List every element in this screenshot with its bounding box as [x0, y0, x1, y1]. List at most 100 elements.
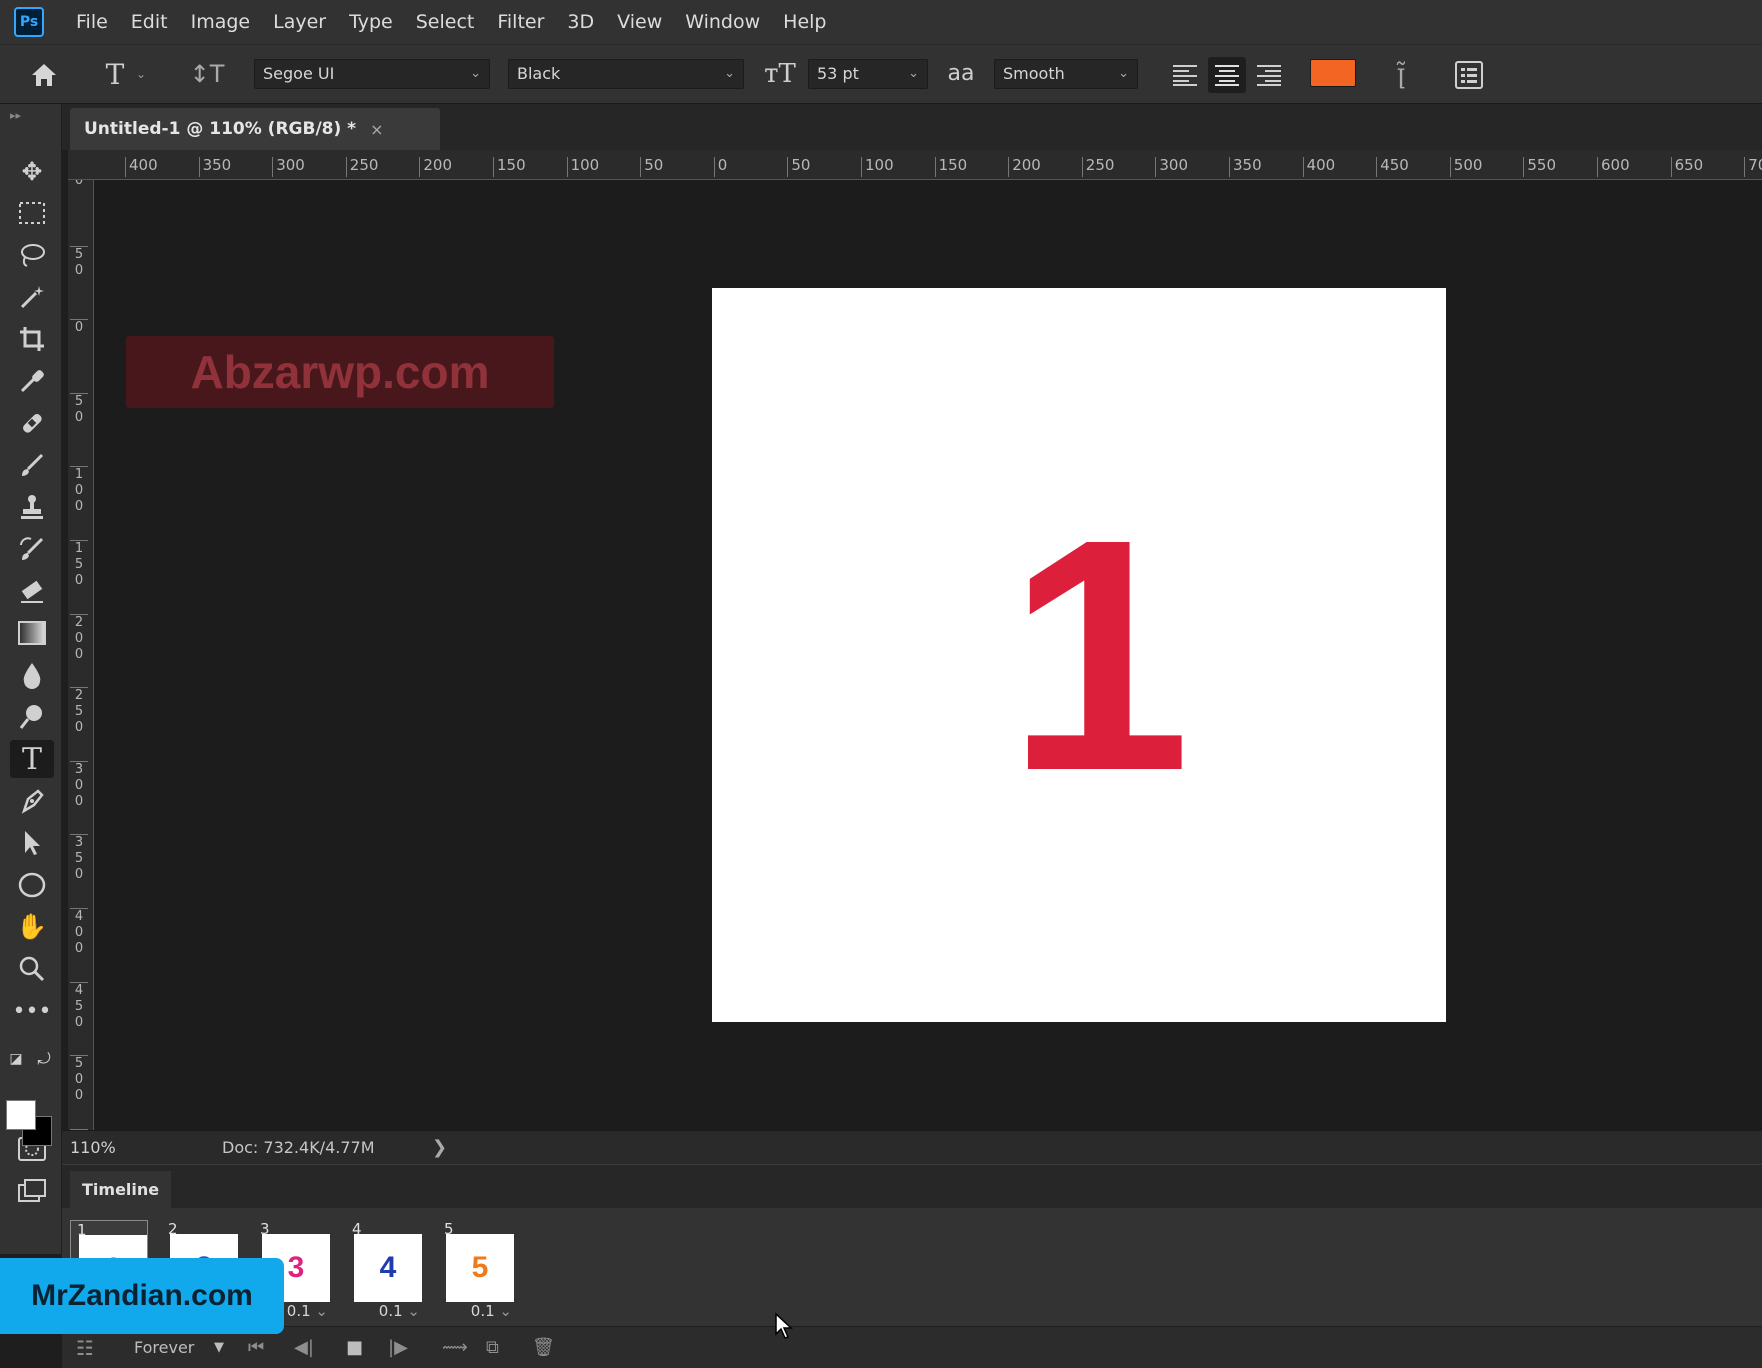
frame-thumbnail[interactable]: 5 [446, 1234, 514, 1302]
home-icon[interactable] [24, 57, 64, 93]
menu-filter[interactable]: Filter [497, 11, 544, 33]
gradient-tool-icon[interactable] [10, 614, 54, 652]
frame-thumbnail[interactable]: 4 [354, 1234, 422, 1302]
delete-frame-icon[interactable]: 🗑 [532, 1327, 555, 1368]
tools-panel: ▸▸ ✥ T ✋ ••• ◪ ⤾ [0, 104, 62, 1254]
marquee-tool-icon[interactable] [10, 194, 54, 232]
text-color-swatch[interactable] [1310, 59, 1356, 87]
collapse-arrows-icon[interactable]: ▸▸ [10, 108, 54, 122]
chevron-down-icon: ⌄ [402, 1302, 420, 1320]
lasso-tool-icon[interactable] [10, 236, 54, 274]
menu-window[interactable]: Window [685, 11, 760, 33]
brush-tool-icon[interactable] [10, 446, 54, 484]
foreground-color-swatch[interactable] [6, 1100, 36, 1130]
ruler-tick-label: 300 [272, 157, 305, 177]
document-canvas[interactable]: 1 [712, 288, 1446, 1022]
document-tab[interactable]: Untitled-1 @ 110% (RGB/8) * × [70, 108, 440, 150]
path-selection-tool-icon[interactable] [10, 824, 54, 862]
menu-image[interactable]: Image [191, 11, 251, 33]
swap-colors-icon[interactable]: ⤾ [34, 1048, 54, 1070]
pen-tool-icon[interactable] [10, 782, 54, 820]
ruler-tick-label: 5 0 [70, 392, 88, 426]
ruler-tick-label: 1 5 0 [70, 540, 88, 589]
menu-3d[interactable]: 3D [567, 11, 594, 33]
timeline-panel-header: Timeline [62, 1164, 1762, 1209]
character-panel-icon[interactable] [1452, 57, 1486, 93]
vertical-ruler[interactable]: 0 5 0 0 5 0 1 0 0 1 5 0 2 0 0 2 5 0 3 0 0 3 5 0 4 … [68, 180, 94, 1130]
hand-tool-icon[interactable]: ✋ [10, 908, 54, 946]
ruler-tick-label: 0 [70, 319, 88, 336]
dodge-tool-icon[interactable] [10, 698, 54, 736]
default-colors-icon[interactable]: ◪ [6, 1048, 26, 1070]
ruler-tick-label: 3 0 0 [70, 760, 88, 810]
chevron-down-icon[interactable]: ⌄ [134, 59, 148, 89]
warp-text-icon[interactable]: ꞁ̃ [1384, 55, 1418, 93]
align-left-icon[interactable] [1168, 57, 1202, 93]
menu-view[interactable]: View [617, 11, 662, 33]
font-family-select[interactable]: Segoe UI ⌄ [254, 59, 490, 89]
tween-icon[interactable]: ⟿ [442, 1327, 468, 1368]
text-orientation-icon[interactable]: ↕T [190, 55, 225, 93]
menu-type[interactable]: Type [349, 11, 393, 33]
ruler-tick-label: 150 [493, 157, 526, 177]
menu-select[interactable]: Select [416, 11, 475, 33]
timeline-tab[interactable]: Timeline [70, 1171, 172, 1209]
status-menu-arrow-icon[interactable]: ❯ [432, 1131, 447, 1165]
menu-file[interactable]: File [76, 11, 108, 33]
duplicate-frame-icon[interactable]: ⧉ [486, 1327, 499, 1368]
blur-tool-icon[interactable] [10, 656, 54, 694]
frame-delay-select[interactable]: 0.1 ⌄ [287, 1302, 328, 1320]
menu-edit[interactable]: Edit [131, 11, 168, 33]
ruler-tick-label: 0 [70, 180, 88, 189]
ruler-tick-label: 200 [419, 157, 452, 177]
align-right-icon[interactable] [1252, 57, 1286, 93]
clone-stamp-tool-icon[interactable] [10, 488, 54, 526]
close-icon[interactable]: × [370, 120, 383, 139]
mouse-cursor-icon [774, 1312, 794, 1340]
font-style-select[interactable]: Black ⌄ [508, 59, 744, 89]
ruler-tick-label: 350 [1229, 157, 1262, 177]
ruler-tick-label: 450 [1376, 157, 1409, 177]
screen-mode-icon[interactable] [10, 1172, 54, 1210]
menu-help[interactable]: Help [783, 11, 826, 33]
type-tool-preset-icon[interactable]: T [98, 55, 132, 93]
ruler-tick-label: 100 [861, 157, 894, 177]
ruler-tick-label: 200 [1008, 157, 1041, 177]
type-tool-icon[interactable]: T [10, 740, 54, 778]
font-size-select[interactable]: 53 pt ⌄ [808, 59, 928, 89]
ruler-tick-label: 5 0 0 [70, 1055, 88, 1104]
eraser-tool-icon[interactable] [10, 572, 54, 610]
healing-brush-tool-icon[interactable] [10, 404, 54, 442]
antialias-select[interactable]: Smooth ⌄ [994, 59, 1138, 89]
canvas-text-layer[interactable]: 1 [712, 288, 1446, 1022]
menu-layer[interactable]: Layer [273, 11, 326, 33]
font-size-icon: ᴛT [764, 59, 796, 89]
photoshop-logo[interactable]: Ps [14, 7, 44, 37]
zoom-level-field[interactable]: 110% [70, 1131, 148, 1165]
frame-delay-select[interactable]: 0.1 ⌄ [379, 1302, 420, 1320]
chevron-down-icon: ⌄ [470, 66, 481, 81]
crop-tool-icon[interactable] [10, 320, 54, 358]
eyedropper-tool-icon[interactable] [10, 362, 54, 400]
align-center-icon[interactable] [1208, 57, 1246, 93]
next-frame-icon[interactable]: |▶ [388, 1327, 408, 1368]
ruler-tick-label: 400 [1302, 157, 1335, 177]
move-tool-icon[interactable]: ✥ [10, 152, 54, 190]
more-tools-icon[interactable]: ••• [10, 992, 54, 1030]
horizontal-ruler[interactable]: 400 350 300 250 200 150 100 50 0 50 100 150 200 250 30… [68, 150, 1762, 180]
canvas-area[interactable]: Abzarwp.com 1 [94, 180, 1762, 1130]
frame-delay-select[interactable]: 0.1 ⌄ [471, 1302, 512, 1320]
watermark-text: Abzarwp.com [126, 336, 554, 408]
zoom-tool-icon[interactable] [10, 950, 54, 988]
history-brush-tool-icon[interactable] [10, 530, 54, 568]
ruler-tick-label: 650 [1670, 157, 1703, 177]
magic-wand-tool-icon[interactable] [10, 278, 54, 316]
stop-icon[interactable]: ■ [346, 1327, 363, 1368]
timeline-frame[interactable]: 5 5 0.1 ⌄ [438, 1220, 516, 1320]
document-size-info: Doc: 732.4K/4.77M [222, 1138, 375, 1157]
antialias-value: Smooth [1003, 64, 1065, 83]
previous-frame-icon[interactable]: ◀| [294, 1327, 314, 1368]
ellipse-tool-icon[interactable] [10, 866, 54, 904]
chevron-down-icon: ⌄ [1118, 66, 1129, 81]
timeline-frame[interactable]: 4 4 0.1 ⌄ [346, 1220, 424, 1320]
